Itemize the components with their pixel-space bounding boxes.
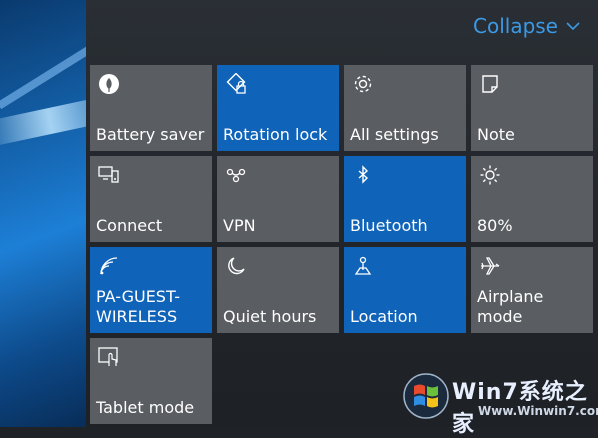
tablet-mode-icon <box>98 347 118 366</box>
tile-quiet-hours[interactable]: Quiet hours <box>217 247 339 333</box>
tile-label: Note <box>477 125 515 144</box>
windows-logo-icon <box>403 373 449 419</box>
chevron-down-icon <box>566 22 580 31</box>
wifi-icon <box>100 257 118 275</box>
tile-location[interactable]: Location <box>344 247 466 333</box>
tile-label: Tablet mode <box>96 398 195 417</box>
tile-label: Bluetooth <box>350 216 428 235</box>
moon-icon <box>228 257 245 275</box>
wallpaper-light-beam <box>0 93 86 149</box>
tile-note[interactable]: Note <box>471 65 593 151</box>
brightness-icon <box>480 165 500 185</box>
tile-all-settings[interactable]: All settings <box>344 65 466 151</box>
tile-label: Location <box>350 307 418 326</box>
tile-bluetooth[interactable]: Bluetooth <box>344 156 466 242</box>
tile-airplane-mode[interactable]: Airplane mode <box>471 247 593 333</box>
leaf-icon <box>99 74 119 94</box>
tile-label: VPN <box>223 216 256 235</box>
tile-connect[interactable]: Connect <box>90 156 212 242</box>
tile-rotation-lock[interactable]: Rotation lock <box>217 65 339 151</box>
watermark-url: Www.Winwin7.com <box>478 404 598 418</box>
rotation-lock-icon <box>226 73 246 94</box>
watermark: Win7系统之家 Www.Winwin7.com <box>400 370 598 437</box>
bluetooth-icon <box>358 165 369 184</box>
note-icon <box>482 75 498 93</box>
action-center-panel: Collapse Battery saver Rotation lock All… <box>86 0 598 427</box>
tile-label: Connect <box>96 216 163 235</box>
airplane-icon <box>481 257 500 275</box>
tile-label: Quiet hours <box>223 307 317 326</box>
tile-label: Rotation lock <box>223 125 328 144</box>
tile-vpn[interactable]: VPN <box>217 156 339 242</box>
collapse-button[interactable]: Collapse <box>473 14 580 38</box>
wallpaper-light-beam <box>0 38 86 110</box>
tile-label: Battery saver <box>96 125 205 144</box>
tile-tablet-mode[interactable]: Tablet mode <box>90 338 212 424</box>
tile-wifi[interactable]: PA-GUEST- WIRELESS <box>90 247 212 333</box>
tile-label: 80% <box>477 216 513 235</box>
collapse-label: Collapse <box>473 14 558 38</box>
location-icon <box>354 256 372 275</box>
connect-icon <box>98 166 119 183</box>
vpn-icon <box>226 168 246 183</box>
tile-battery-saver[interactable]: Battery saver <box>90 65 212 151</box>
tile-label: PA-GUEST- WIRELESS <box>96 287 181 326</box>
tile-label: All settings <box>350 125 439 144</box>
tile-label: Airplane mode <box>477 287 544 326</box>
desktop-background <box>0 0 86 427</box>
gear-icon <box>354 75 372 93</box>
tile-brightness[interactable]: 80% <box>471 156 593 242</box>
